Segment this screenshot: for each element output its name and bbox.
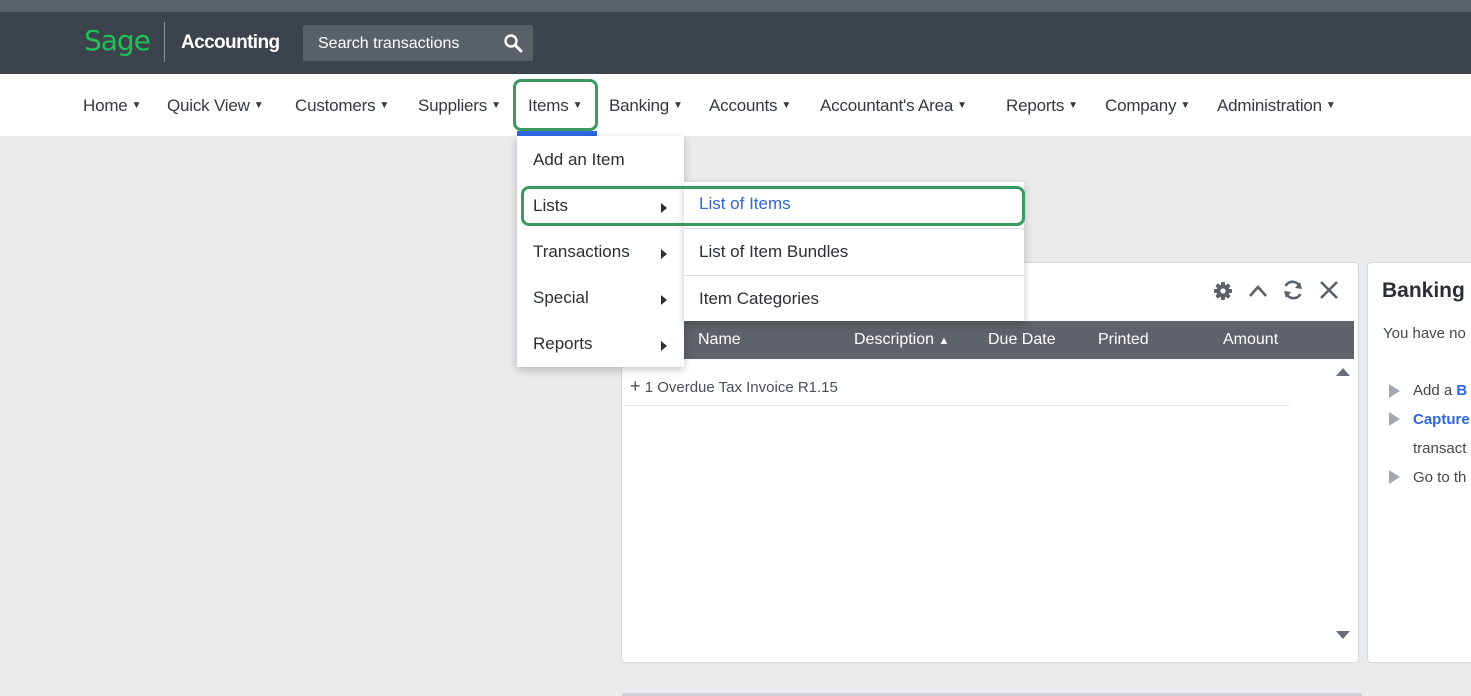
caret-down-icon: ▼: [131, 100, 142, 111]
main-nav: Home ▼ Quick View ▼ Customers ▼ Suppliers ▼ …: [0, 74, 1471, 136]
column-header-name[interactable]: Name: [698, 331, 741, 349]
gear-icon[interactable]: [1212, 280, 1234, 302]
banking-message: You have no: [1383, 325, 1466, 342]
nav-reports[interactable]: Reports ▼: [1006, 96, 1078, 116]
sort-ascending-icon: ▲: [938, 335, 950, 347]
caret-down-icon: ▼: [957, 100, 967, 111]
top-bar: Sage Accounting Search transactions: [0, 12, 1471, 74]
menu-item-add-item[interactable]: Add an Item: [533, 150, 625, 170]
product-name: Accounting: [181, 32, 280, 53]
table-row[interactable]: + 1 Overdue Tax Invoice R1.15: [630, 376, 838, 397]
search-input[interactable]: Search transactions: [318, 35, 459, 53]
collapse-icon[interactable]: [1247, 281, 1269, 301]
highlight-items-nav: [513, 79, 598, 131]
nav-suppliers[interactable]: Suppliers ▼: [418, 96, 501, 116]
refresh-icon[interactable]: [1281, 279, 1305, 301]
nav-banking-label: Banking: [609, 96, 670, 115]
expand-icon[interactable]: +: [630, 376, 641, 396]
column-header-description-label: Description: [854, 331, 935, 348]
bullet-arrow-icon: [1389, 412, 1400, 426]
menu-item-special[interactable]: Special: [533, 288, 589, 308]
banking-panel: [1367, 262, 1471, 663]
submenu-item-item-categories[interactable]: Item Categories: [699, 289, 819, 309]
caret-down-icon: ▼: [673, 100, 683, 111]
submenu-divider: [684, 228, 1024, 229]
add-bank-link[interactable]: B: [1456, 382, 1467, 399]
scroll-down-icon[interactable]: [1336, 631, 1350, 639]
nav-home[interactable]: Home ▼: [83, 96, 141, 116]
caret-down-icon: ▼: [253, 100, 264, 111]
nav-suppliers-label: Suppliers: [418, 96, 488, 115]
nav-quick-view[interactable]: Quick View ▼: [167, 96, 264, 116]
nav-company-label: Company: [1105, 96, 1177, 115]
caret-down-icon: ▼: [1325, 100, 1336, 111]
submenu-arrow-icon: [661, 295, 667, 305]
caret-down-icon: ▼: [781, 100, 792, 111]
column-header-description[interactable]: Description ▲: [854, 331, 949, 349]
submenu-item-list-of-item-bundles[interactable]: List of Item Bundles: [699, 242, 848, 262]
banking-line-add-text: Add a: [1413, 382, 1453, 399]
menu-item-transactions[interactable]: Transactions: [533, 242, 630, 262]
nav-quick-view-label: Quick View: [167, 96, 250, 115]
bullet-arrow-icon: [1389, 470, 1400, 484]
nav-accounts-label: Accounts: [709, 96, 778, 115]
banking-line-transact: transact: [1413, 440, 1467, 457]
caret-down-icon: ▼: [1068, 100, 1078, 111]
invoices-table-header: Name Description ▲ Due Date Printed Amou…: [622, 321, 1354, 359]
row-label: 1 Overdue Tax Invoice R1.15: [644, 379, 838, 396]
submenu-arrow-icon: [661, 249, 667, 259]
close-icon[interactable]: [1318, 279, 1340, 301]
items-dropdown-menu: Add an Item Lists Transactions Special R…: [517, 136, 684, 367]
nav-administration-label: Administration: [1217, 96, 1322, 115]
nav-customers[interactable]: Customers ▼: [295, 96, 389, 116]
nav-accountants-area-label: Accountant's Area: [820, 96, 954, 115]
window-top-strip: [0, 0, 1471, 12]
row-divider: [625, 405, 1290, 406]
caret-down-icon: ▼: [379, 100, 390, 111]
banking-title: Banking: [1382, 279, 1465, 302]
caret-down-icon: ▼: [1180, 100, 1191, 111]
sage-logo[interactable]: Sage: [84, 24, 151, 57]
nav-home-label: Home: [83, 96, 128, 115]
logo-divider: [164, 22, 165, 62]
caret-down-icon: ▼: [491, 100, 501, 111]
banking-line-goto: Go to th: [1413, 469, 1467, 486]
nav-administration[interactable]: Administration ▼: [1217, 96, 1336, 116]
nav-reports-label: Reports: [1006, 96, 1065, 115]
nav-customers-label: Customers: [295, 96, 376, 115]
search-box[interactable]: Search transactions: [303, 25, 533, 61]
column-header-printed[interactable]: Printed: [1098, 331, 1149, 349]
nav-accounts[interactable]: Accounts ▼: [709, 96, 791, 116]
submenu-divider: [684, 275, 1024, 276]
scroll-up-icon[interactable]: [1336, 368, 1350, 376]
highlight-list-of-items: [521, 186, 1025, 226]
banking-line-add: Add a B: [1413, 382, 1467, 399]
nav-banking[interactable]: Banking ▼: [609, 96, 683, 116]
column-header-due-date[interactable]: Due Date: [988, 331, 1056, 349]
bullet-arrow-icon: [1389, 384, 1400, 398]
column-header-amount[interactable]: Amount: [1223, 331, 1278, 349]
nav-company[interactable]: Company ▼: [1105, 96, 1190, 116]
capture-link[interactable]: Capture: [1413, 411, 1470, 428]
search-icon[interactable]: [503, 33, 523, 53]
menu-item-reports[interactable]: Reports: [533, 334, 593, 354]
submenu-arrow-icon: [661, 341, 667, 351]
nav-accountants-area[interactable]: Accountant's Area ▼: [820, 96, 967, 116]
